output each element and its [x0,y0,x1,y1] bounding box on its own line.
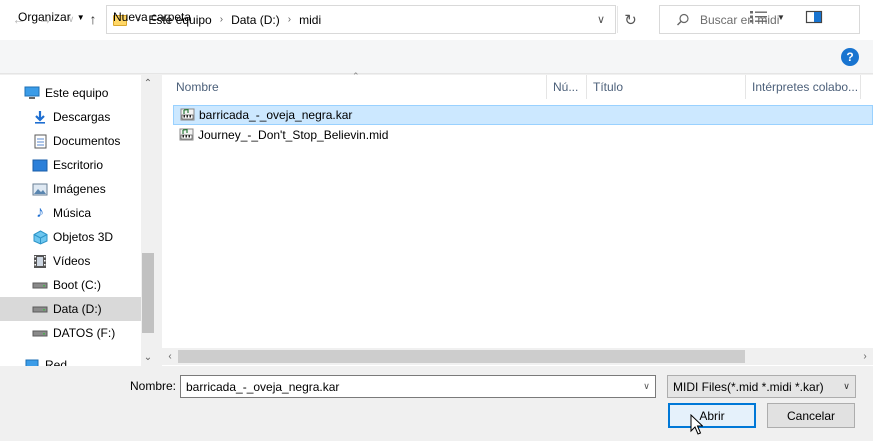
nav-item-imagenes[interactable]: Imágenes [0,177,141,201]
nav-item-descargas[interactable]: Descargas [0,105,141,129]
cube-icon [32,229,48,245]
command-bar [0,40,873,74]
nav-item-data-d[interactable]: Data (D:) [0,297,141,321]
organize-label: Organizar [18,10,71,24]
file-row[interactable]: barricada_-_oveja_negra.kar [173,105,873,125]
breadcrumb-data-d[interactable]: Data (D:) [231,13,280,27]
video-icon [32,254,48,268]
file-type-select[interactable]: MIDI Files(*.mid *.midi *.kar) [667,375,856,398]
file-row[interactable]: Journey_-_Don't_Stop_Believin.mid [173,125,873,145]
image-icon [32,182,48,196]
breadcrumb-separator-icon: › [219,14,224,25]
cancel-button[interactable]: Cancelar [767,403,855,428]
column-header-number[interactable]: Nú... [547,75,587,99]
refresh-icon[interactable]: ↻ [617,6,643,33]
open-button[interactable]: Abrir [668,403,756,428]
help-icon[interactable]: ? [841,48,859,66]
nav-vertical-scrollbar[interactable]: ⌃ ⌄ [141,75,155,366]
preview-pane-icon[interactable] [805,8,823,26]
file-type-dropdown-icon[interactable]: ∨ [838,376,855,397]
column-header-title[interactable]: Título [587,75,746,99]
scroll-down-icon[interactable]: ⌄ [141,350,155,364]
nav-item-musica[interactable]: ♪ Música [0,201,141,225]
computer-icon [24,86,40,100]
nav-item-label: Vídeos [53,254,91,268]
drive-icon [32,278,48,292]
up-arrow-icon[interactable]: ↑ [82,8,104,30]
new-folder-button[interactable]: Nueva carpeta [113,10,191,24]
caret-down-icon: ▼ [76,12,85,22]
drive-icon [32,302,48,316]
file-list-horizontal-scrollbar[interactable]: ‹ › [162,348,873,365]
scroll-up-icon[interactable]: ⌃ [141,76,155,90]
filename-input[interactable]: barricada_-_oveja_negra.kar [180,375,656,398]
download-icon [32,110,48,124]
nav-item-label: Escritorio [53,158,104,172]
nav-item-escritorio[interactable]: Escritorio [0,153,141,177]
breadcrumb-separator-icon: › [287,14,292,25]
nav-item-videos[interactable]: Vídeos [0,249,141,273]
address-history-dropdown-icon[interactable]: ∨ [590,6,612,33]
nav-item-label: Imágenes [53,182,106,196]
nav-item-este-equipo[interactable]: Este equipo [0,81,141,105]
nav-item-label: Documentos [53,134,121,148]
column-headers: Nombre Nú... Título Intérpretes colabo..… [162,75,873,99]
scrollbar-thumb[interactable] [142,253,154,333]
nav-item-label: Red [45,358,68,366]
breadcrumb-midi[interactable]: midi [299,13,321,27]
nav-item-datos-f[interactable]: DATOS (F:) [0,321,141,345]
file-name: Journey_-_Don't_Stop_Believin.mid [198,128,389,142]
network-icon [24,358,40,366]
nav-item-objetos-3d[interactable]: Objetos 3D [0,225,141,249]
filename-label: Nombre: [130,379,177,393]
nav-item-documentos[interactable]: Documentos [0,129,141,153]
music-icon: ♪ [36,204,44,221]
search-icon [677,13,689,25]
navigation-pane: Este equipo Descargas Documentos Escrito… [0,75,155,366]
change-view-button[interactable]: ▼ [750,8,790,26]
scroll-right-icon[interactable]: › [858,348,872,365]
scrollbar-thumb[interactable] [178,350,745,363]
nav-item-boot-c[interactable]: Boot (C:) [0,273,141,297]
drive-icon [32,326,48,340]
nav-item-label: Música [53,206,92,220]
nav-item-red[interactable]: Red [0,353,141,366]
desktop-icon [32,158,48,172]
sort-ascending-icon: ⌃ [352,71,360,81]
midi-file-icon [179,128,194,141]
nav-item-label: DATOS (F:) [53,326,116,340]
column-header-performers[interactable]: Intérpretes colabo... [746,75,861,99]
document-icon [32,134,48,148]
nav-item-label: Este equipo [45,86,109,100]
mouse-pointer-icon [690,414,703,435]
filename-dropdown-icon[interactable]: ∨ [638,376,655,397]
nav-item-label: Boot (C:) [53,278,102,292]
organize-button[interactable]: Organizar ▼ [18,10,85,24]
midi-file-icon [180,108,195,121]
nav-item-label: Descargas [53,110,111,124]
scroll-left-icon[interactable]: ‹ [163,348,177,365]
file-name: barricada_-_oveja_negra.kar [199,108,353,122]
caret-down-icon: ▼ [777,12,785,22]
details-view-icon [750,11,767,23]
nav-item-label: Data (D:) [53,302,102,316]
nav-item-label: Objetos 3D [53,230,114,244]
